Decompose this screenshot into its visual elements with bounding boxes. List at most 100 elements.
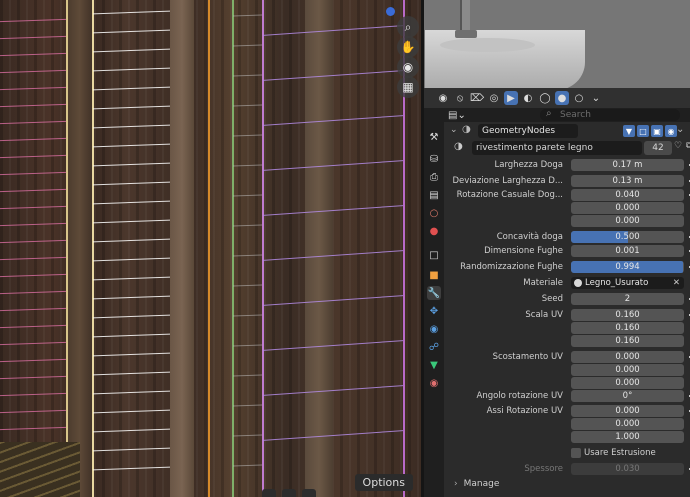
edge-line [233,434,262,437]
node-group-users-count[interactable]: 42 [644,141,672,155]
value-field[interactable]: 0.13 m [571,175,684,187]
edge-line [0,205,66,210]
edge-line [233,284,262,287]
manage-panel[interactable]: Manage [454,479,500,489]
value-field[interactable]: 0.040 [571,189,684,201]
edge-line [0,392,66,397]
overlay-icon[interactable]: ⦸ [453,91,467,105]
value-field[interactable]: 0.160 [571,335,684,347]
value-field[interactable]: 0.000 [571,215,684,227]
input-row: 0.160 [450,322,686,335]
proportional-icon[interactable]: ◎ [487,91,501,105]
output-icon[interactable]: ⎙ [427,170,441,184]
field-value: 0.000 [615,216,640,226]
grid-icon[interactable]: ▦ [397,76,419,98]
options-button[interactable]: Options [354,474,413,491]
input-row: 0.000 [450,215,686,228]
input-label: Angolo rotazione UV [476,391,564,401]
edge-line [93,86,170,91]
duplicate-icon[interactable]: ⧉ [686,141,690,151]
edge-line [93,10,170,15]
input-row: Usare Estrusione [450,447,686,460]
world-icon[interactable]: ● [427,224,441,238]
node-tree-icon[interactable]: ◑ [454,141,463,152]
physics-icon[interactable]: ◉ [427,322,441,336]
shading-solid-icon[interactable]: ◐ [521,91,535,105]
cage-icon[interactable]: □ [637,125,649,137]
shading-options-icon[interactable]: ⌄ [589,91,603,105]
value-field[interactable]: 0.17 m [571,159,684,171]
small-icon[interactable] [302,489,316,497]
edge-line [0,137,66,142]
value-field[interactable]: 0.001 [571,245,684,257]
value-field[interactable]: 0.500 [571,231,684,243]
render-icon[interactable]: ⛁ [427,152,441,166]
viewport-display-icon[interactable]: ▣ [651,125,663,137]
edge-line [93,390,170,395]
edge-line [233,344,262,347]
edge-line [93,29,170,34]
edge-line [93,352,170,357]
expand-chevron-icon[interactable]: ⌄ [450,125,458,135]
small-icon[interactable] [262,489,276,497]
edge-line [0,273,66,278]
field-value: 0.160 [615,336,640,346]
edge-line [93,219,170,224]
object-data-icon[interactable]: ▼ [427,358,441,372]
value-field[interactable]: 1.000 [571,431,684,443]
edge-line [0,375,66,380]
shading-rendered-icon[interactable]: ● [555,91,569,105]
xray-icon[interactable]: ▶ [504,91,518,105]
edge-line [263,430,403,441]
collection-icon[interactable]: □ [427,248,441,262]
shading-wire-icon[interactable]: ○ [572,91,586,105]
input-row: Randomizzazione Fughe 0.994 [450,261,690,274]
input-label: Seed [541,294,563,304]
snap-icon[interactable]: ⌦ [470,91,484,105]
value-field[interactable]: 0.160 [571,322,684,334]
wood-plank [66,0,93,497]
modifier-wrench-icon[interactable]: 🔧 [427,286,441,300]
axis-z-dot[interactable] [386,7,395,16]
clear-icon[interactable]: ✕ [673,277,680,289]
constraints-icon[interactable]: ☍ [427,340,441,354]
field-value: 0.000 [615,365,640,375]
value-field[interactable]: 0° [571,390,684,402]
value-field[interactable]: 0.000 [571,405,684,417]
view-icon[interactable]: ◉ [436,91,450,105]
shading-material-icon[interactable]: ◯ [538,91,552,105]
editor-type-icon[interactable]: ▤⌄ [448,110,466,121]
edge-line [233,404,262,407]
modifier-name-field[interactable]: GeometryNodes [478,124,578,138]
particles-icon[interactable]: ✥ [427,304,441,318]
fake-user-icon[interactable]: ♡ [674,141,682,151]
modifier-menu-icon[interactable]: ⌄ [676,124,684,135]
scene-icon[interactable]: ○ [427,206,441,220]
pan-hand-icon[interactable]: ✋ [397,36,419,58]
value-field[interactable]: 0.000 [571,364,684,376]
value-field[interactable]: 2 [571,293,684,305]
extrusion-checkbox[interactable] [571,448,581,458]
edge-line [0,307,66,312]
zoom-icon[interactable]: ⌕ [397,16,419,38]
edit-mode-icon[interactable]: ▼ [623,125,635,137]
input-label: Rotazione Casuale Dog... [456,190,563,200]
value-field[interactable]: 0.994 [571,261,684,273]
material-field[interactable]: Legno_Usurato ✕ [571,277,684,289]
value-field[interactable]: 0.160 [571,309,684,321]
view-layer-icon[interactable]: ▤ [427,188,441,202]
node-group-name-field[interactable]: rivestimento parete legno [472,141,642,155]
value-field[interactable]: 0.000 [571,202,684,214]
search-input[interactable]: Search [540,108,680,121]
material-icon[interactable]: ◉ [427,376,441,390]
value-field[interactable]: 0.000 [571,377,684,389]
tool-icon[interactable]: ⚒ [427,130,441,144]
value-field[interactable]: 0.000 [571,418,684,430]
3d-viewport[interactable]: ⌕ ✋ ◉ ▦ Options [0,0,421,497]
value-field[interactable]: 0.000 [571,351,684,363]
object-icon[interactable]: ■ [427,268,441,282]
properties-tabs: ⚒ ⛁ ⎙ ▤ ○ ● □ ■ 🔧 ✥ ◉ ☍ ▼ ◉ [424,108,444,497]
small-icon[interactable] [282,489,296,497]
camera-icon[interactable]: ◉ [397,56,419,78]
value-field[interactable]: 0.030 [571,463,684,475]
